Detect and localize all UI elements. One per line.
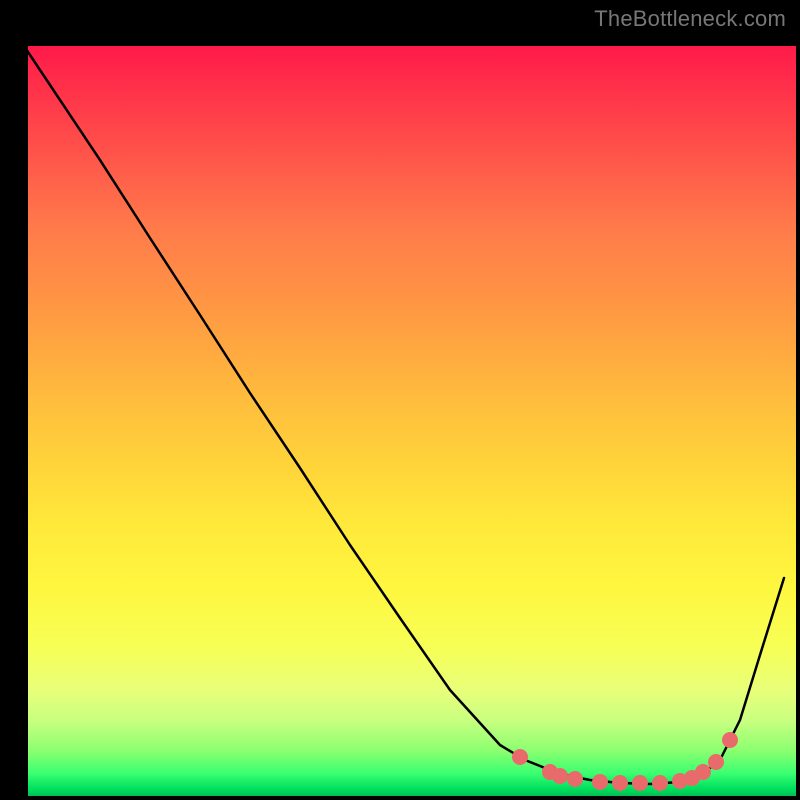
marker-dot <box>722 732 738 748</box>
marker-dot <box>652 775 668 791</box>
marker-dot <box>612 775 628 791</box>
marker-dot <box>695 764 711 780</box>
marker-dot <box>632 775 648 791</box>
optimal-zone-dots <box>512 732 738 791</box>
bottleneck-curve <box>16 34 784 784</box>
marker-dot <box>567 771 583 787</box>
marker-dot <box>552 768 568 784</box>
chart-overlay <box>0 0 800 800</box>
marker-dot <box>708 754 724 770</box>
marker-dot <box>592 774 608 790</box>
marker-dot <box>512 749 528 765</box>
